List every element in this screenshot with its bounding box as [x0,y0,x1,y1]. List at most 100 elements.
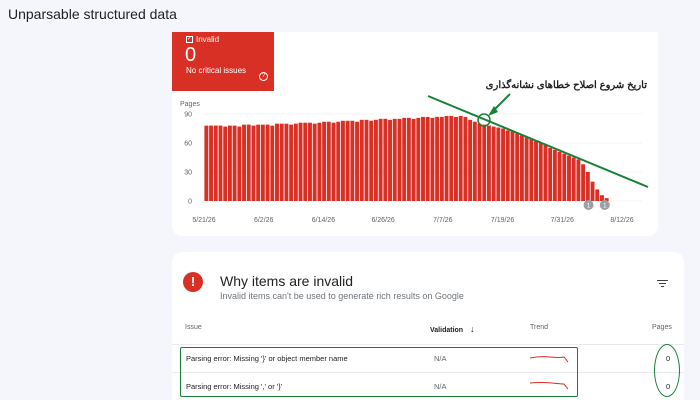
bar [289,124,294,201]
bar [308,122,312,201]
sort-arrow-icon[interactable]: ↓ [470,324,475,334]
bar [571,157,576,201]
highlight-rows-box [180,347,578,397]
bar [430,117,435,201]
bar [562,153,567,201]
bar [406,117,411,201]
bar [590,181,595,201]
bar [486,125,491,201]
bar [260,124,265,201]
bar [491,126,496,201]
bar [468,119,473,201]
bar [213,125,218,201]
bar [355,121,360,201]
bar [557,151,562,201]
bar [317,122,322,201]
bar [223,126,228,201]
y-axis-label: Pages [180,101,200,108]
column-header-validation[interactable]: Validation ↓ [430,324,475,334]
column-header-pages: Pages [652,324,672,331]
column-header-trend: Trend [530,324,549,331]
error-icon: ! [183,272,203,292]
bar [350,120,355,201]
validation-label: Validation [430,327,464,334]
bar [496,127,501,201]
bar [600,195,604,201]
bar [501,128,506,201]
bar [515,133,520,201]
annotation-text: تاریخ شروع اصلاح خطاهای نشانه‌گذاری [486,78,648,91]
bar [303,122,308,201]
issues-subtitle: Invalid items can't be used to generate … [220,291,464,301]
bar [411,118,416,201]
bar [251,125,256,201]
y-tick-label: 30 [184,170,192,177]
bar [552,149,557,201]
filter-icon[interactable] [657,280,668,288]
bar [218,125,223,201]
bar [444,115,449,201]
bar [439,116,444,201]
x-tick-label: 7/19/26 [491,217,514,224]
y-tick-label: 0 [188,199,192,206]
bar [388,119,392,201]
bar [298,122,303,201]
bar [585,172,590,201]
bar [482,124,487,201]
bar [402,117,407,201]
bar [416,117,421,201]
x-tick-label: 6/26/26 [371,217,394,224]
bar [454,116,458,201]
bar [373,119,378,201]
y-tick-label: 60 [184,141,192,148]
bar [209,125,214,201]
bar [463,116,468,201]
bar [364,119,369,201]
bar [293,123,298,201]
bar [397,118,402,201]
bar [359,119,364,201]
bar [524,137,529,201]
bar [581,164,586,201]
row-divider [172,344,684,345]
bar [340,120,345,201]
bar [567,155,571,201]
bar [284,123,289,201]
bar [472,121,477,201]
bar [435,116,440,201]
bar [275,123,279,201]
x-tick-label: 7/31/26 [551,217,574,224]
bar [237,126,242,201]
bar [449,115,454,201]
bar [256,124,261,201]
bar [576,159,581,201]
bar [246,124,251,201]
bar [548,147,553,201]
bar [331,122,336,201]
issues-card: ! Why items are invalid Invalid items ca… [172,252,684,400]
bar [529,139,534,201]
highlight-pages-oval [654,344,680,397]
bar [392,118,397,201]
chart-marker-label: 1 [603,203,607,210]
column-header-issue: Issue [185,324,202,331]
x-tick-label: 6/14/26 [312,217,335,224]
bar [383,118,388,201]
bar [534,141,538,201]
y-tick-label: 90 [184,112,192,119]
bar [270,125,275,201]
bar [425,116,430,201]
bar [279,123,284,201]
bar [543,144,548,201]
x-tick-label: 7/7/26 [433,217,453,224]
x-tick-label: 6/2/26 [254,217,274,224]
bar [232,125,237,201]
bar [265,124,270,201]
bar [336,121,341,201]
bar [378,118,383,201]
page-title: Unparsable structured data [8,6,177,22]
x-tick-label: 8/12/26 [610,217,633,224]
bar [227,125,232,201]
chart-card: ✓ Invalid 0 No critical issues ? Pages 0 3… [172,32,658,236]
bar [242,124,246,201]
